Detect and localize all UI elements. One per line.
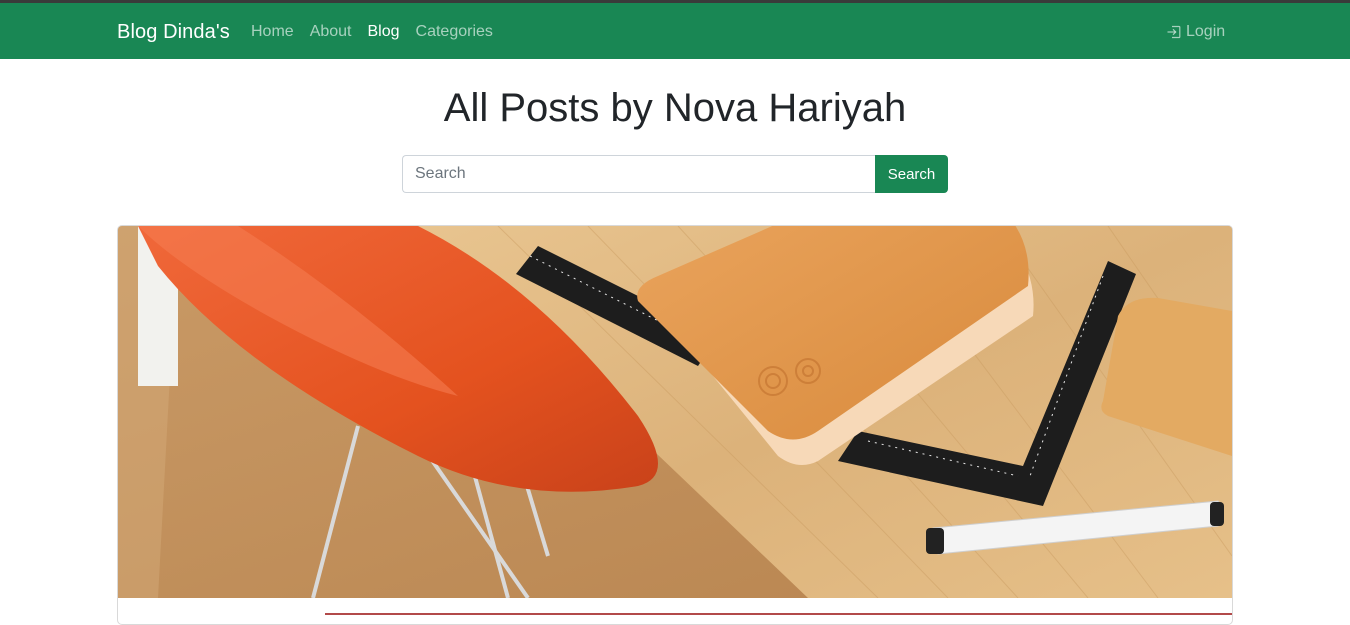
featured-post-image xyxy=(118,226,1232,598)
nav-link-blog[interactable]: Blog xyxy=(368,23,400,41)
login-link[interactable]: Login xyxy=(1166,23,1225,41)
brand-link[interactable]: Blog Dinda's xyxy=(117,21,230,44)
card-divider xyxy=(325,613,1232,615)
login-label: Login xyxy=(1186,23,1226,40)
page-title: All Posts by Nova Hariyah xyxy=(443,86,907,130)
box-arrow-in-right-icon xyxy=(1166,24,1182,40)
search-button[interactable]: Search xyxy=(875,155,948,193)
search-form: Search xyxy=(402,155,948,193)
search-input[interactable] xyxy=(402,155,875,193)
nav-link-home[interactable]: Home xyxy=(251,23,294,41)
nav-link-about[interactable]: About xyxy=(310,23,352,41)
nav-links: Home About Blog Categories xyxy=(251,23,493,41)
featured-post-card[interactable] xyxy=(117,225,1233,625)
nav-link-categories[interactable]: Categories xyxy=(416,23,493,41)
navbar: Blog Dinda's Home About Blog Categories … xyxy=(0,3,1350,59)
